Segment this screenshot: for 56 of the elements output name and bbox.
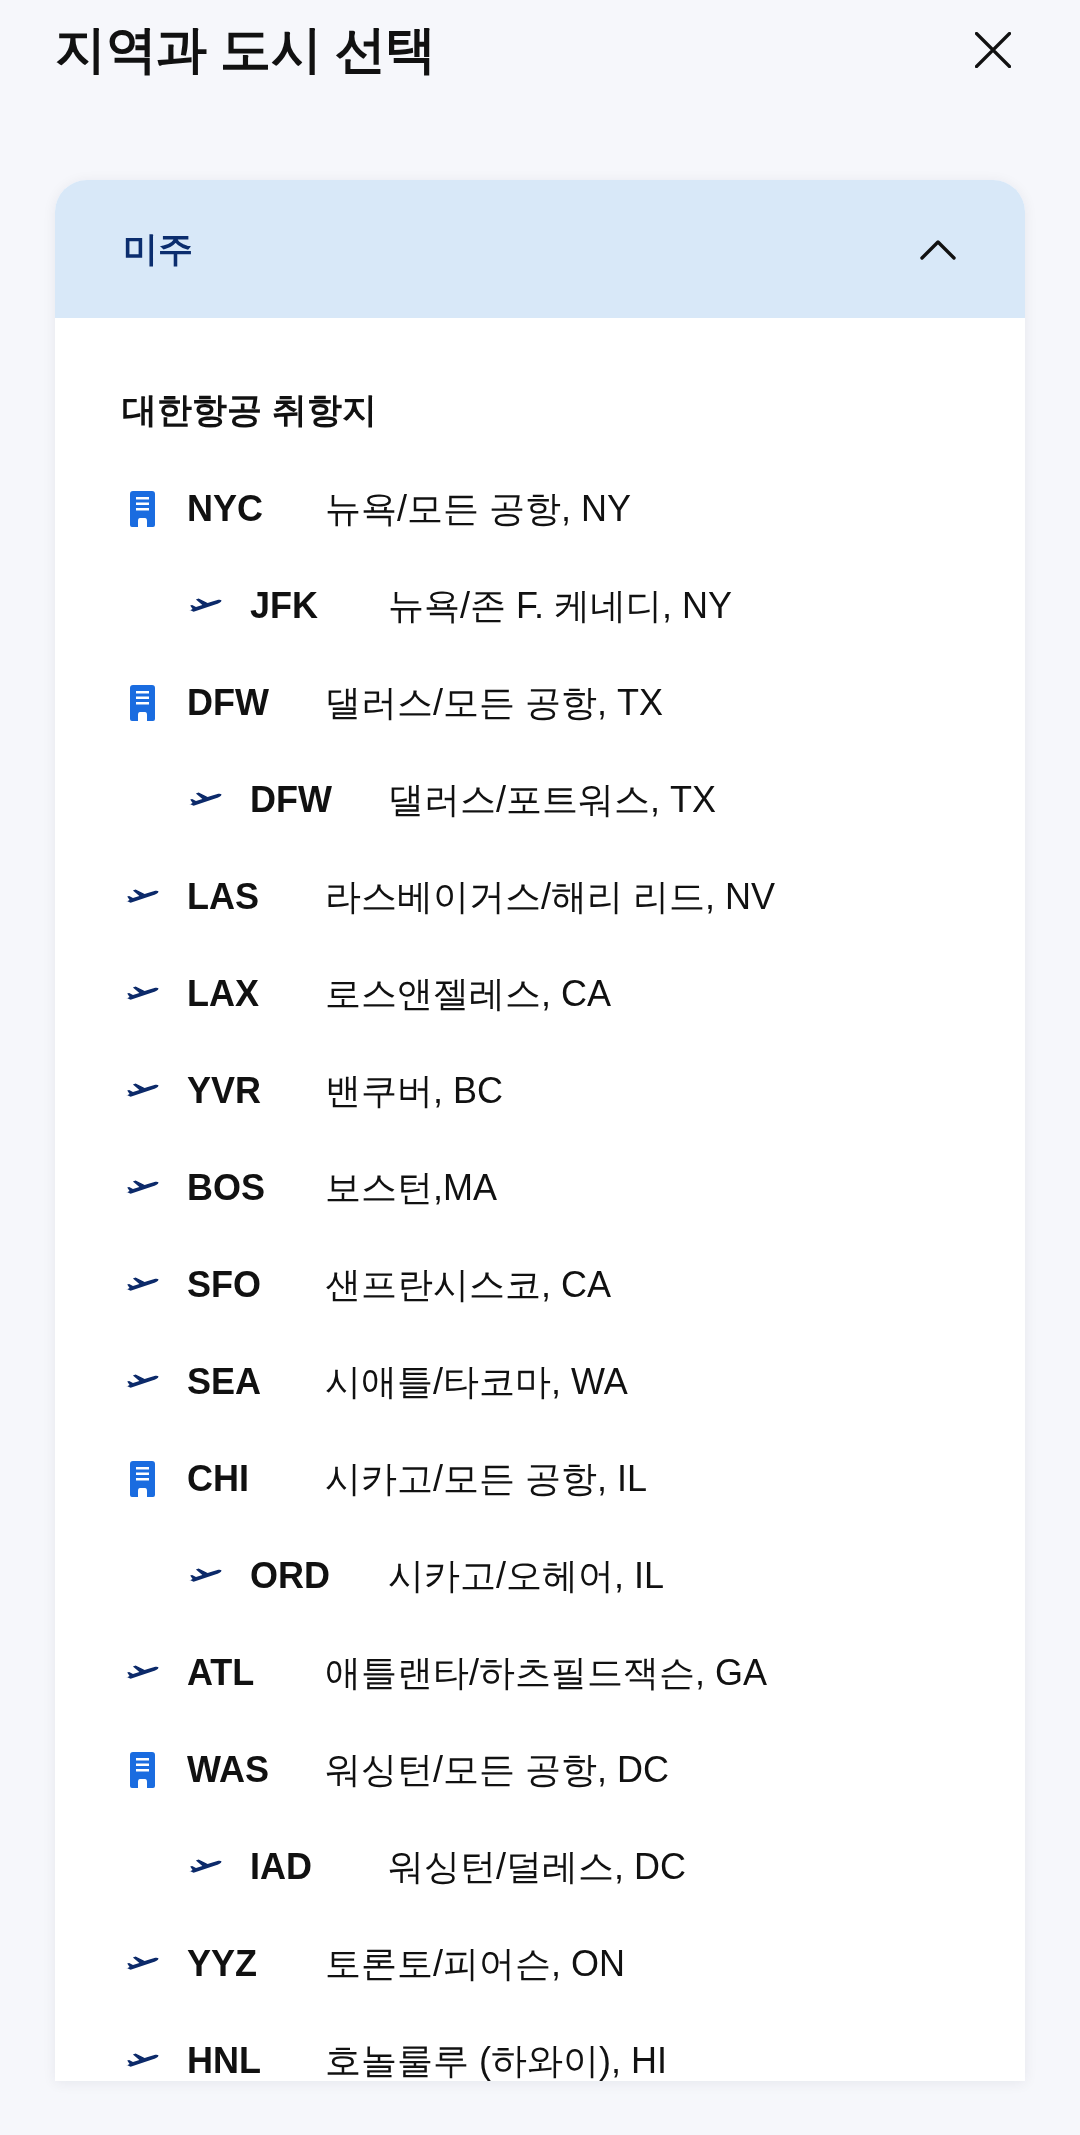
airplane-icon [188, 1567, 222, 1585]
building-icon [129, 685, 155, 721]
location-code[interactable]: DFW [250, 780, 388, 820]
location-code[interactable]: YVR [187, 1071, 325, 1111]
close-button[interactable] [975, 32, 1011, 68]
airplane-icon [125, 1082, 159, 1100]
airplane-icon [125, 985, 159, 1003]
airplane-icon [125, 1373, 159, 1391]
building-icon [129, 1752, 155, 1788]
location-code[interactable]: SFO [187, 1265, 325, 1305]
building-icon [129, 491, 155, 527]
location-code[interactable]: ATL [187, 1653, 325, 1693]
location-name[interactable]: 시카고/모든 공항, IL [325, 1459, 648, 1499]
location-name[interactable]: 댈러스/포트워스, TX [388, 780, 716, 820]
location-name[interactable]: 워싱턴/모든 공항, DC [325, 1750, 669, 1790]
location-code[interactable]: LAX [187, 974, 325, 1014]
page-title: 지역과 도시 선택 [55, 20, 436, 80]
location-code[interactable]: LAS [187, 877, 325, 917]
airplane-icon [125, 1664, 159, 1682]
location-name[interactable]: 워싱턴/덜레스, DC [388, 1847, 686, 1887]
location-name[interactable]: 시카고/오헤어, IL [388, 1556, 665, 1596]
location-name[interactable]: 뉴욕/모든 공항, NY [325, 489, 632, 529]
section-heading: 대한항공 취항지 [122, 389, 378, 431]
airplane-icon [125, 888, 159, 906]
location-name[interactable]: 애틀랜타/하츠필드잭슨, GA [325, 1653, 768, 1693]
location-name[interactable]: 호놀룰루 (하와이), HI [325, 2041, 667, 2081]
region-header[interactable]: 미주 [55, 180, 1025, 318]
airplane-icon [188, 1858, 222, 1876]
location-code[interactable]: YYZ [187, 1944, 325, 1984]
location-name[interactable]: 샌프란시스코, CA [325, 1265, 611, 1305]
airplane-icon [125, 1276, 159, 1294]
building-icon [129, 1461, 155, 1497]
close-icon [975, 32, 1011, 68]
airplane-icon [125, 2052, 159, 2070]
location-name[interactable]: 댈러스/모든 공항, TX [325, 683, 663, 723]
location-code[interactable]: CHI [187, 1459, 325, 1499]
location-code[interactable]: HNL [187, 2041, 325, 2081]
location-code[interactable]: IAD [250, 1847, 388, 1887]
location-code[interactable]: WAS [187, 1750, 325, 1790]
location-name[interactable]: 토론토/피어슨, ON [325, 1944, 625, 1984]
location-code[interactable]: BOS [187, 1168, 325, 1208]
airplane-icon [188, 597, 222, 615]
location-name[interactable]: 로스앤젤레스, CA [325, 974, 611, 1014]
airplane-icon [125, 1955, 159, 1973]
location-name[interactable]: 뉴욕/존 F. 케네디, NY [388, 586, 733, 626]
location-name[interactable]: 밴쿠버, BC [325, 1071, 503, 1111]
location-name[interactable]: 보스턴,MA [325, 1168, 497, 1208]
airplane-icon [125, 1179, 159, 1197]
location-code[interactable]: JFK [250, 586, 388, 626]
location-name[interactable]: 시애틀/타코마, WA [325, 1362, 628, 1402]
location-code[interactable]: NYC [187, 489, 325, 529]
location-code[interactable]: SEA [187, 1362, 325, 1402]
location-code[interactable]: ORD [250, 1556, 388, 1596]
location-name[interactable]: 라스베이거스/해리 리드, NV [325, 877, 776, 917]
location-code[interactable]: DFW [187, 683, 325, 723]
airplane-icon [188, 791, 222, 809]
